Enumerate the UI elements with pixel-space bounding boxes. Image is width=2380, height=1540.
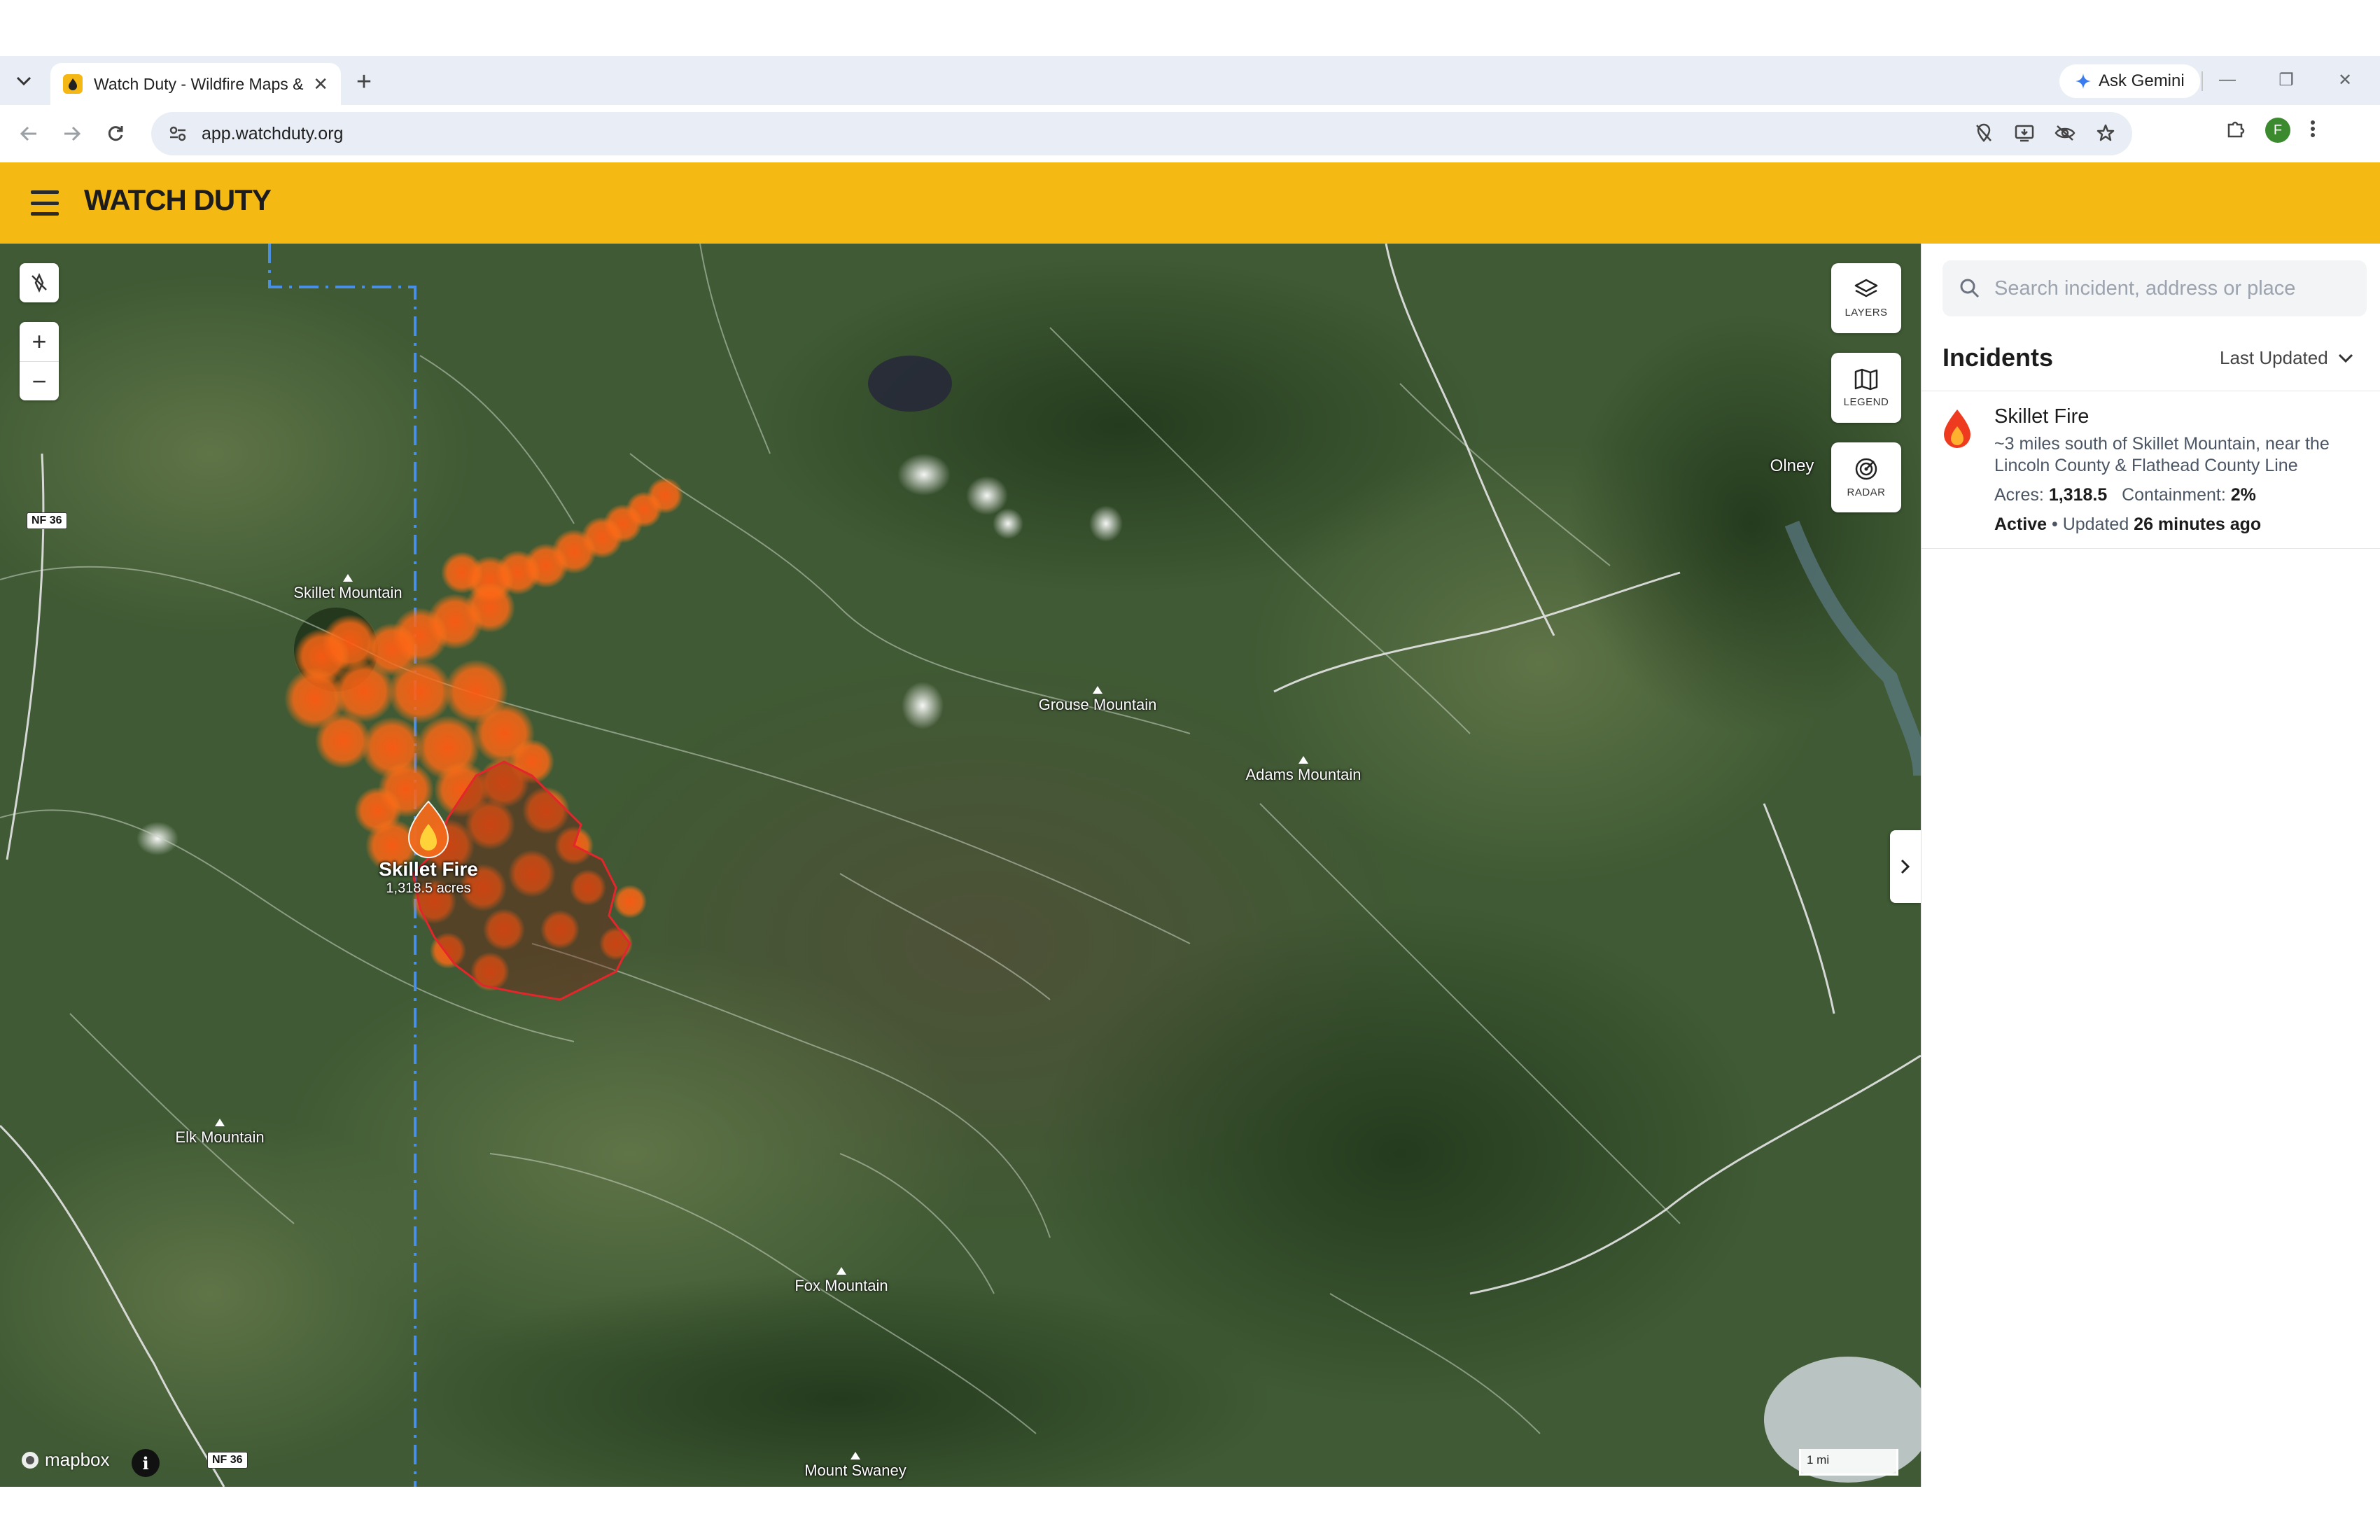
map-canvas[interactable]: Skillet Mountain Grouse Mountain Adams M…	[0, 244, 1921, 1487]
label-grouse-mountain: Grouse Mountain	[1038, 696, 1157, 713]
zoom-in-button[interactable]: +	[20, 322, 59, 361]
bookmark-star-icon[interactable]	[2092, 119, 2120, 147]
incident-name: Skillet Fire	[1994, 405, 2090, 428]
radar-icon	[1855, 458, 1877, 479]
location-off-icon[interactable]	[1970, 119, 1998, 147]
status-badge: Active	[1994, 514, 2047, 534]
updated-prefix: • Updated	[2052, 514, 2129, 534]
hamburger-menu-icon[interactable]	[31, 190, 59, 216]
containment-value: 2%	[2230, 485, 2256, 505]
new-tab-button[interactable]: +	[350, 69, 378, 95]
brand-logo-text[interactable]: WATCH DUTY	[84, 183, 272, 217]
close-window-icon[interactable]: ✕	[2316, 66, 2374, 94]
page: Watch Duty - Wildfire Maps & A ✕ + Ask G…	[0, 0, 2380, 1540]
road-shield-nf36: NF 36	[207, 1452, 248, 1469]
info-icon[interactable]: i	[132, 1449, 160, 1477]
close-tab-icon[interactable]: ✕	[313, 75, 328, 93]
site-info-icon[interactable]	[164, 120, 192, 148]
acres-label: Acres:	[1994, 485, 2044, 505]
peak-marker	[850, 1452, 860, 1460]
peak-marker	[215, 1119, 225, 1126]
gemini-sparkle-icon	[2076, 74, 2091, 89]
peak-marker	[1298, 756, 1308, 764]
label-skillet-mountain: Skillet Mountain	[293, 584, 402, 601]
incident-stats: Acres: 1,318.5 Containment: 2%	[1994, 485, 2256, 505]
map-legend-icon	[1854, 368, 1878, 390]
sort-dropdown[interactable]: Last Updated	[2220, 347, 2353, 369]
incident-list-item[interactable]: Skillet Fire ~3 miles south of Skillet M…	[1921, 391, 2380, 549]
updated-time: 26 minutes ago	[2134, 514, 2262, 534]
fire-marker-icon[interactable]	[406, 800, 451, 862]
label-olney: Olney	[1770, 456, 1814, 475]
url-text: app.watchduty.org	[202, 123, 344, 144]
address-bar[interactable]: app.watchduty.org	[151, 112, 2132, 155]
satellite-terrain	[0, 244, 1921, 1487]
fire-map-name: Skillet Fire	[379, 858, 478, 880]
search-input[interactable]	[1994, 276, 2358, 300]
layers-button[interactable]: LAYERS	[1831, 263, 1901, 333]
incident-status-line: Active • Updated 26 minutes ago	[1994, 514, 2261, 535]
zoom-out-button[interactable]: −	[20, 361, 59, 400]
fire-icon	[1941, 408, 1973, 454]
restore-icon[interactable]: ❐	[2257, 66, 2316, 94]
chevron-down-icon	[16, 76, 31, 86]
search-box[interactable]	[1942, 260, 2367, 316]
omnibox-actions	[1970, 119, 2120, 147]
label-adams-mountain: Adams Mountain	[1245, 766, 1362, 783]
containment-label: Containment:	[2122, 485, 2226, 505]
tab-title: Watch Duty - Wildfire Maps & A	[94, 74, 304, 93]
minimize-icon[interactable]: —	[2198, 66, 2257, 94]
radar-button[interactable]: RADAR	[1831, 442, 1901, 512]
incidents-sidebar: Incidents Last Updated Skillet Fire ~3 m…	[1921, 244, 2380, 1487]
road-shield-nf36: NF 36	[27, 512, 67, 529]
sort-label: Last Updated	[2220, 347, 2328, 368]
profile-avatar[interactable]: F	[2265, 118, 2290, 143]
watchduty-favicon-icon	[63, 74, 83, 94]
incidents-heading: Incidents	[1942, 343, 2054, 372]
browser-tabstrip: Watch Duty - Wildfire Maps & A ✕ + Ask G…	[0, 56, 2380, 105]
extensions-puzzle-icon[interactable]	[2226, 119, 2246, 142]
chevron-right-icon	[1900, 859, 1910, 874]
layers-label: LAYERS	[1844, 306, 1888, 318]
collapse-sidebar-button[interactable]	[1890, 830, 1921, 903]
tab-search-button[interactable]	[10, 67, 38, 95]
fire-map-acres: 1,318.5 acres	[386, 881, 471, 896]
browser-toolbar: app.watchduty.org F	[0, 105, 2380, 162]
forward-arrow-icon[interactable]	[56, 118, 88, 150]
eye-off-icon[interactable]	[2051, 119, 2079, 147]
back-arrow-icon[interactable]	[13, 118, 45, 150]
peak-marker	[1093, 686, 1102, 694]
app-header: WATCH DUTY	[0, 162, 2380, 244]
peak-marker	[836, 1267, 846, 1275]
search-icon	[1960, 279, 1980, 298]
radar-label: RADAR	[1847, 486, 1886, 498]
fire-map-label[interactable]: Skillet Fire 1,318.5 acres	[379, 858, 478, 897]
window-controls: — ❐ ✕	[2198, 66, 2374, 94]
label-elk-mountain: Elk Mountain	[175, 1128, 265, 1146]
map-scale-bar: 1 mi	[1799, 1449, 1898, 1476]
label-mount-swaney: Mount Swaney	[804, 1462, 906, 1479]
mapbox-logo-icon	[22, 1451, 38, 1469]
toolbar-right: F	[2226, 118, 2316, 143]
zoom-controls: + −	[20, 322, 59, 400]
label-fox-mountain: Fox Mountain	[794, 1277, 888, 1294]
ask-gemini-button[interactable]: Ask Gemini	[2059, 64, 2200, 98]
compass-reset-button[interactable]	[20, 263, 59, 302]
mapbox-text: mapbox	[45, 1449, 110, 1470]
acres-value: 1,318.5	[2048, 485, 2108, 505]
mapbox-attribution[interactable]: mapbox	[20, 1449, 110, 1471]
peak-marker	[343, 574, 353, 582]
chevron-down-icon	[2338, 354, 2353, 363]
incident-description: ~3 miles south of Skillet Mountain, near…	[1994, 434, 2330, 475]
legend-label: LEGEND	[1843, 396, 1889, 408]
install-app-icon[interactable]	[2010, 119, 2038, 147]
browser-tab-active[interactable]: Watch Duty - Wildfire Maps & A ✕	[50, 63, 341, 105]
compass-off-icon	[31, 273, 47, 293]
ask-gemini-label: Ask Gemini	[2099, 71, 2185, 90]
reload-icon[interactable]	[99, 118, 132, 150]
layers-icon	[1854, 279, 1878, 297]
legend-button[interactable]: LEGEND	[1831, 353, 1901, 423]
browser-menu-icon[interactable]	[2310, 119, 2316, 142]
